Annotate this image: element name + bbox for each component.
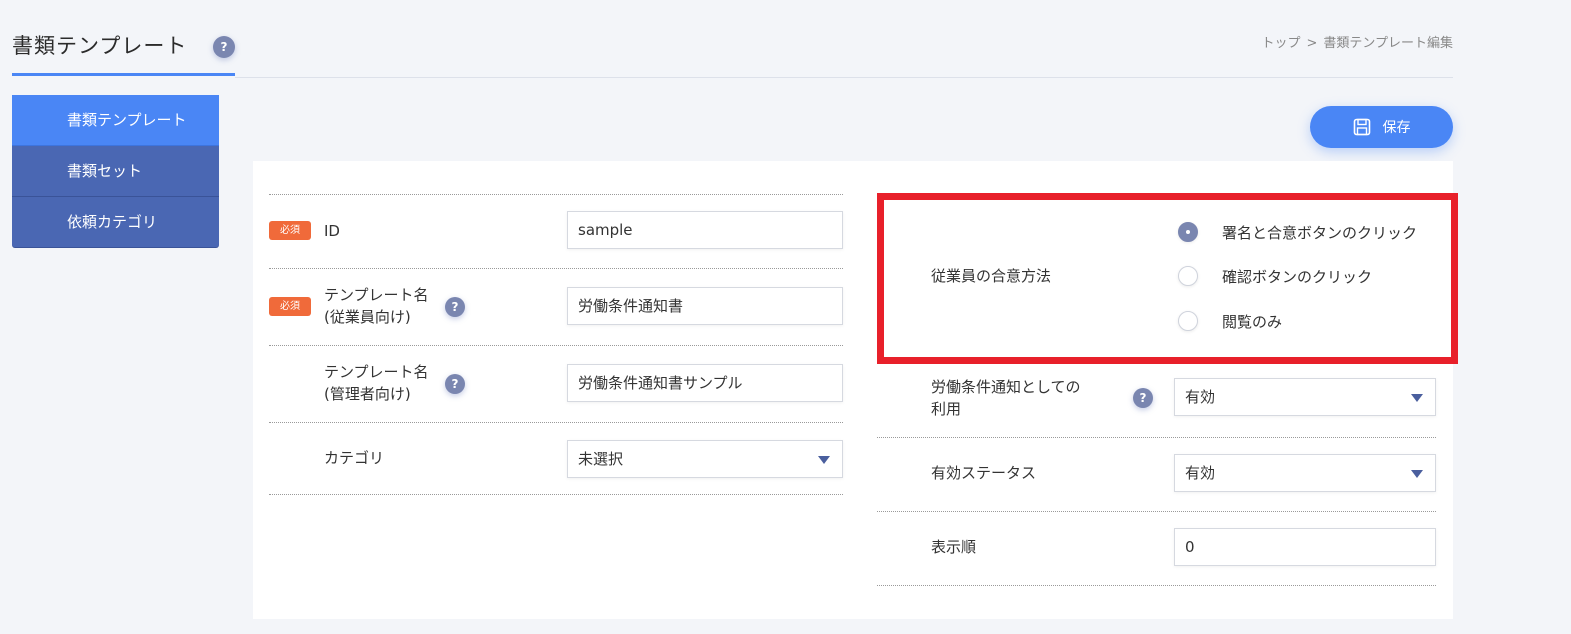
template-name-employee-label: テンプレート名 (従業員向け) (324, 284, 429, 328)
labor-notice-usage-label: 労働条件通知としての 利用 (931, 376, 1081, 420)
save-button[interactable]: 保存 (1310, 106, 1453, 148)
title-underline (12, 73, 235, 76)
caret-down-icon (818, 456, 830, 464)
required-badge: 必須 (269, 297, 311, 316)
divider (877, 585, 1436, 586)
labor-notice-usage-label-line2: 利用 (931, 400, 962, 418)
category-label: カテゴリ (324, 449, 385, 467)
template-name-admin-label-line2: (管理者向け) (324, 385, 411, 403)
breadcrumb-current: 書類テンプレート編集 (1323, 36, 1453, 51)
consent-radio-confirm[interactable] (1178, 266, 1198, 286)
help-icon[interactable]: ? (213, 36, 235, 58)
status-select-value: 有効 (1185, 464, 1216, 482)
template-name-employee-input[interactable]: 労働条件通知書 (567, 287, 843, 325)
display-order-input[interactable]: 0 (1174, 528, 1436, 566)
header-divider (235, 77, 1453, 78)
breadcrumb-top-link[interactable]: トップ (1261, 36, 1300, 51)
consent-method-label: 従業員の合意方法 (931, 267, 1052, 285)
divider (269, 268, 843, 269)
template-name-admin-label-line1: テンプレート名 (324, 363, 429, 381)
caret-down-icon (1411, 394, 1423, 402)
template-name-admin-input[interactable]: 労働条件通知書サンプル (567, 364, 843, 402)
breadcrumb-separator: > (1306, 36, 1318, 51)
divider (269, 494, 843, 495)
labor-notice-usage-select[interactable]: 有効 (1174, 378, 1436, 416)
help-icon[interactable]: ? (1133, 388, 1153, 408)
template-name-admin-label: テンプレート名 (管理者向け) (324, 361, 429, 405)
sidebar-item-document-templates[interactable]: 書類テンプレート (12, 95, 219, 146)
status-label: 有効ステータス (931, 464, 1037, 482)
help-icon[interactable]: ? (445, 374, 465, 394)
floppy-disk-icon (1353, 118, 1370, 136)
divider (269, 345, 843, 346)
labor-notice-usage-label-line1: 労働条件通知としての (931, 378, 1081, 396)
help-icon[interactable]: ? (445, 297, 465, 317)
divider (877, 511, 1436, 512)
divider (269, 422, 843, 423)
status-select[interactable]: 有効 (1174, 454, 1436, 492)
consent-option-label[interactable]: 署名と合意ボタンのクリック (1222, 222, 1417, 243)
sidebar-item-request-categories[interactable]: 依頼カテゴリ (12, 197, 219, 248)
divider (269, 194, 843, 195)
consent-radio-view-only[interactable] (1178, 311, 1198, 331)
consent-option-label[interactable]: 閲覧のみ (1222, 311, 1282, 332)
page-title: 書類テンプレート (12, 34, 188, 58)
caret-down-icon (1411, 470, 1423, 478)
id-input[interactable]: sample (567, 211, 843, 249)
save-button-label: 保存 (1382, 119, 1411, 135)
required-badge: 必須 (269, 221, 311, 240)
category-select-value: 未選択 (578, 450, 624, 468)
labor-notice-usage-value: 有効 (1185, 388, 1216, 406)
category-select[interactable]: 未選択 (567, 440, 843, 478)
template-name-employee-label-line1: テンプレート名 (324, 286, 429, 304)
consent-radio-sign-and-agree[interactable] (1178, 222, 1198, 242)
consent-option-label[interactable]: 確認ボタンのクリック (1222, 266, 1372, 287)
sidebar: 書類テンプレート 書類セット 依頼カテゴリ (12, 95, 219, 248)
id-label: ID (324, 222, 340, 240)
template-name-employee-label-line2: (従業員向け) (324, 308, 411, 326)
display-order-label: 表示順 (931, 538, 977, 556)
breadcrumb: トップ > 書類テンプレート編集 (1261, 32, 1453, 51)
sidebar-item-document-sets[interactable]: 書類セット (12, 146, 219, 197)
divider (877, 437, 1436, 438)
